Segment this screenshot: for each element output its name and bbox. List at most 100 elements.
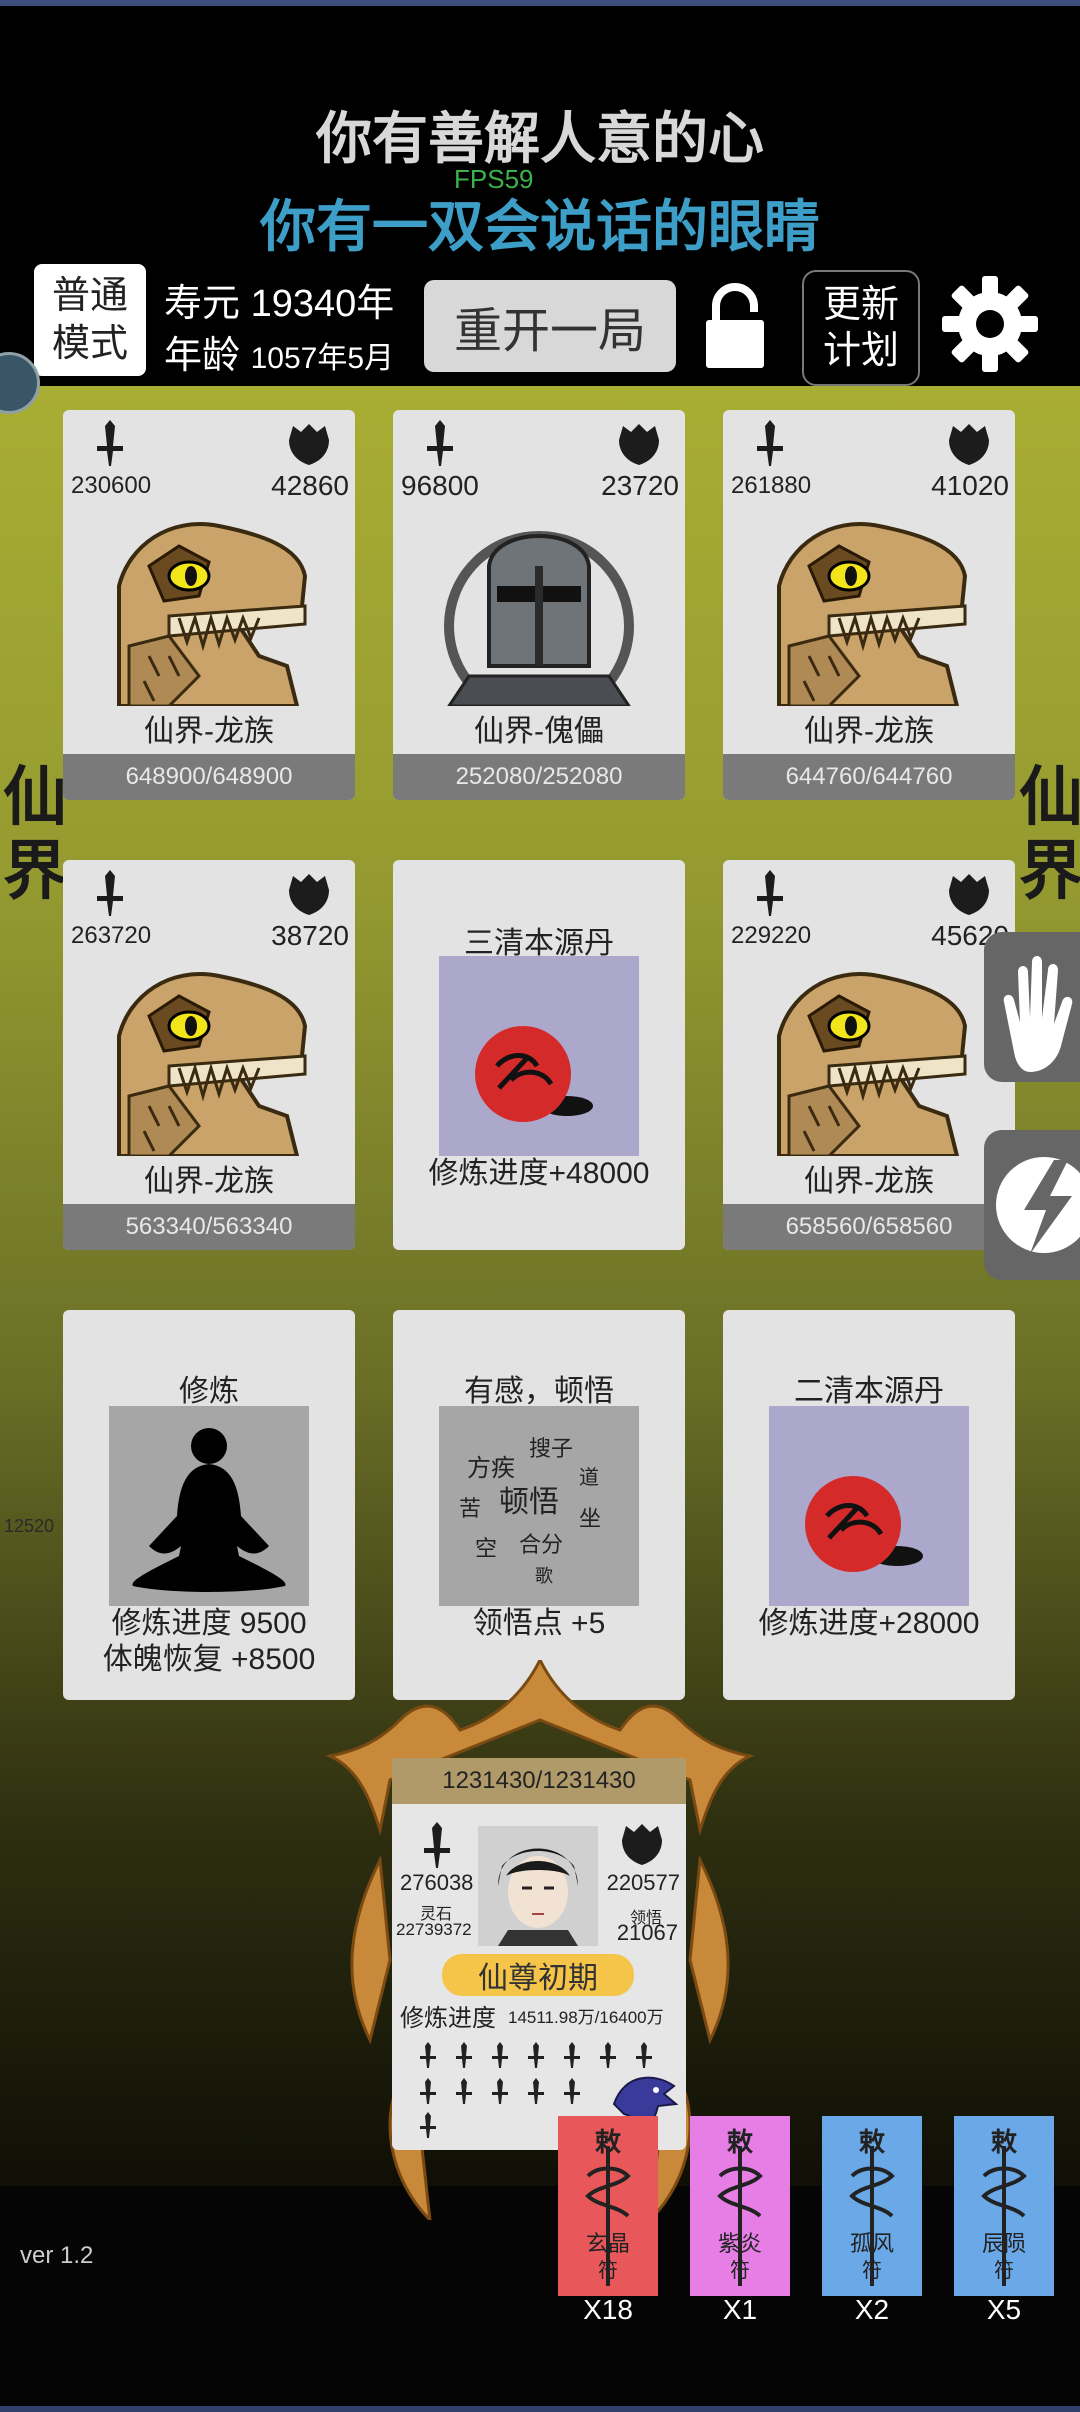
talisman-header: 敕 [726,2127,753,2157]
item-card-pill-2[interactable]: 二清本源丹 修炼进度+28000 [723,1310,1015,1700]
realm-label-left-2: 界 [3,835,67,907]
enemy-card-2[interactable]: 96800 23720 仙界-傀儡 252080/252080 [393,410,685,800]
talisman-4[interactable]: 敕 辰陨 符 [954,2116,1054,2296]
avatar [478,1826,598,1946]
enemy-name: 仙界-傀儡 [474,715,604,748]
insight-value: 21067 [616,1920,678,1945]
item-effect: 领悟点 +5 [472,1607,606,1640]
bottom-border [0,2406,1080,2412]
talisman-count: X2 [854,2294,890,2325]
hp-bar: 658560/658560 [723,1204,1015,1250]
enemy-card-4[interactable]: 263720 38720 仙界-龙族 563340/563340 [63,860,355,1250]
item-effect: 修炼进度+48000 [428,1157,650,1190]
sword-icon [423,420,457,466]
realm-label-right: 仙界 [1016,760,1080,908]
hp-bar: 563340/563340 [63,1204,355,1250]
enemy-name: 仙界-龙族 [804,1165,934,1198]
side-number: 12520 [4,1516,55,1536]
shield-icon [947,872,991,916]
age-value: 1057年5月 [250,342,395,375]
restart-button[interactable]: 重开一局 [424,280,676,372]
enlightenment-icon [439,1406,639,1606]
enemy-name: 仙界-龙族 [804,715,934,748]
item-card-cultivate[interactable]: 修炼 修炼进度 9500 体魄恢复 +8500 [63,1310,355,1700]
item-effect: 修炼进度+28000 [758,1607,980,1640]
realm-label-right-2: 界 [1019,835,1080,907]
enemy-name: 仙界-龙族 [144,715,274,748]
sword-icon [420,1822,454,1868]
player-defense: 220577 [606,1870,680,1895]
dragon-skull-icon [109,506,309,706]
mode-label-1: 普通 [51,275,128,317]
hp-bar: 252080/252080 [393,754,685,800]
lifespan-label: 寿元 [164,283,241,325]
defense-value: 23720 [601,470,679,501]
dragon-skull-icon [109,956,309,1156]
update-plan-button[interactable]: 更新 计划 [802,270,920,386]
hand-icon [1003,956,1073,1072]
spirit-stone-value: 22739372 [396,1920,472,1939]
knight-helmet-icon [439,506,639,706]
hp-bar: 648900/648900 [63,754,355,800]
item-card-pill-1[interactable]: 三清本源丹 修炼进度+48000 [393,860,685,1250]
effect-line-1: 修炼进度 9500 [111,1607,307,1640]
defense-value: 41020 [931,470,1009,501]
realm-badge: 仙尊初期 [442,1954,634,1996]
skill-button[interactable] [984,1130,1080,1280]
talisman-1[interactable]: 敕 玄晶 符 [558,2116,658,2296]
item-title: 有感，顿悟 [464,1375,614,1408]
talisman-2[interactable]: 敕 紫炎 符 [690,2116,790,2296]
progress-value: 14511.98万/16400万 [508,2008,664,2027]
realm-label-left-1: 仙 [3,761,67,833]
pill-icon [769,1406,969,1606]
talisman-header: 敕 [990,2127,1017,2157]
sword-icon [93,870,127,916]
sword-icon [93,420,127,466]
item-effect: 修炼进度 9500 体魄恢复 +8500 [63,1606,355,1678]
talisman-count: X5 [986,2294,1022,2325]
shield-icon [947,422,991,466]
talisman-footer: 符 [862,2260,882,2282]
pill-icon [439,956,639,1156]
age: 年龄 1057年5月 [164,324,394,379]
mode-label-2: 模式 [51,323,128,365]
attack-value: 263720 [71,922,152,949]
talisman-header: 敕 [858,2127,885,2157]
enemy-name: 仙界-龙族 [144,1165,274,1198]
sword-icon [753,870,787,916]
shield-icon [287,422,331,466]
attack-value: 229220 [731,922,812,949]
dragon-skull-icon [769,506,969,706]
defense-value: 42860 [271,470,349,501]
lock-icon[interactable] [700,282,770,372]
sword-icon [753,420,787,466]
enemy-card-1[interactable]: 230600 42860 仙界-龙族 648900/648900 [63,410,355,800]
lifespan: 寿元 19340年 [164,272,394,327]
progress-label: 修炼进度 [400,2005,496,2032]
age-label: 年龄 [164,335,241,377]
mode-button[interactable]: 普通 模式 [34,264,146,376]
shield-icon [620,1822,664,1866]
hp-bar: 644760/644760 [723,754,1015,800]
item-title: 二清本源丹 [794,1375,944,1408]
meditation-icon [109,1406,309,1606]
talisman-3[interactable]: 敕 孤风 符 [822,2116,922,2296]
attack-value: 96800 [401,470,479,501]
talisman-count: X1 [722,2294,758,2325]
item-card-enlighten[interactable]: 有感，顿悟 领悟点 +5 [393,1310,685,1700]
talisman-footer: 符 [730,2260,750,2282]
lightning-icon [996,1157,1080,1254]
enemy-card-3[interactable]: 261880 41020 仙界-龙族 644760/644760 [723,410,1015,800]
player-attack: 276038 [400,1870,474,1895]
attack-value: 261880 [731,472,812,499]
gear-icon[interactable] [940,274,1040,374]
item-title: 修炼 [179,1375,239,1408]
enemy-card-5[interactable]: 229220 45620 仙界-龙族 658560/658560 [723,860,1015,1250]
plan-label-1: 更新 [822,284,899,326]
talisman-footer: 符 [994,2260,1014,2282]
player-hp-bar: 1231430/1231430 [392,1758,686,1804]
attack-value: 230600 [71,472,152,499]
talisman-count: X18 [583,2294,633,2325]
title-line-1: 你有善解人意的心 [316,107,764,170]
grab-button[interactable] [984,932,1080,1082]
